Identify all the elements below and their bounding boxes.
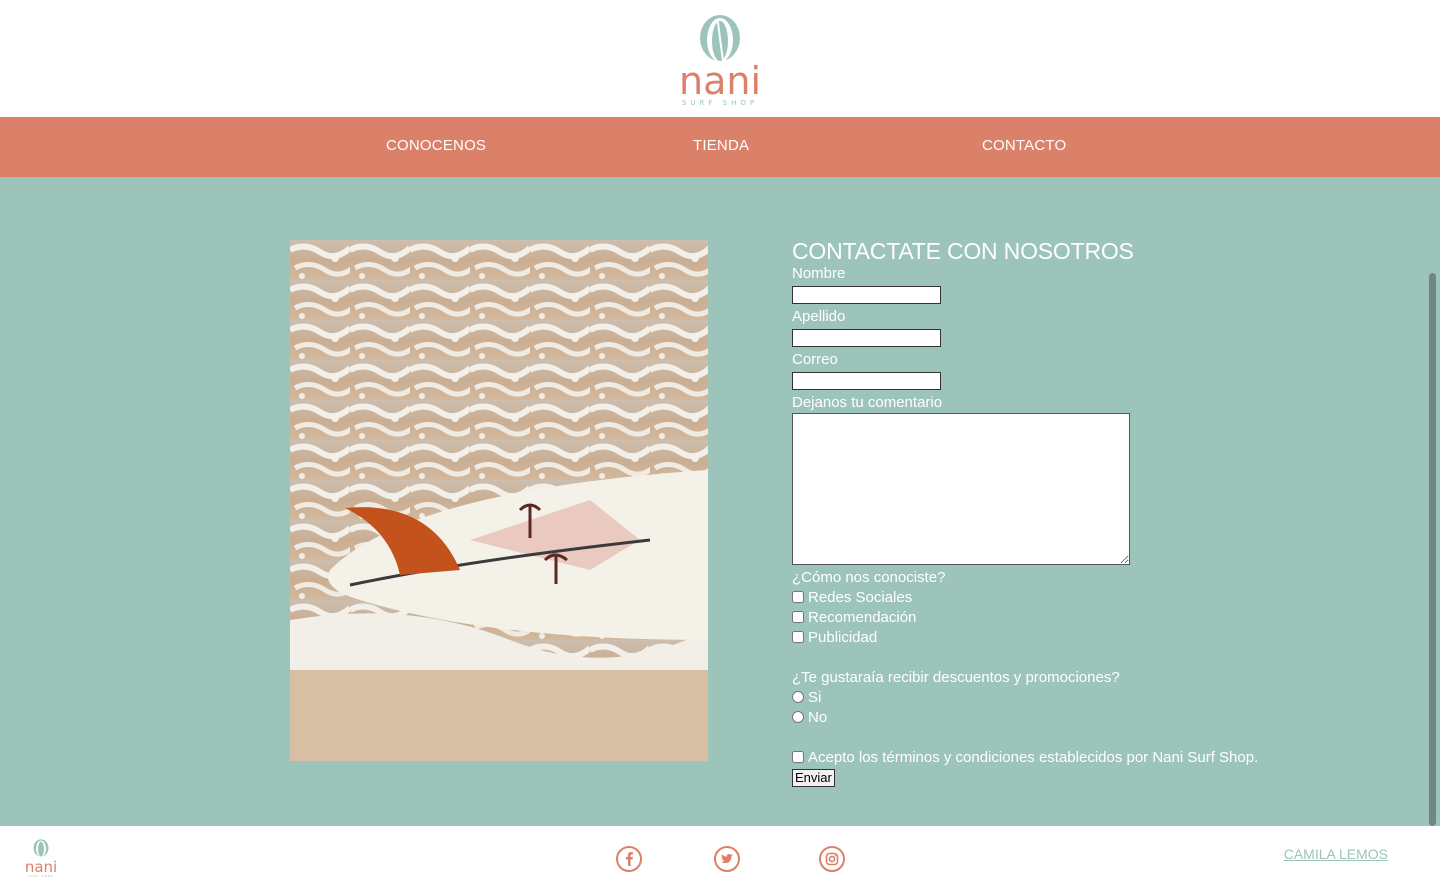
comentario-label: Dejanos tu comentario — [792, 394, 943, 411]
apellido-field[interactable] — [792, 329, 941, 347]
correo-label: Correo — [792, 351, 838, 368]
nav-item-conocenos[interactable]: CONOCENOS — [386, 137, 486, 154]
nombre-field[interactable] — [792, 286, 941, 304]
option-label: Si — [808, 689, 822, 706]
twitter-icon[interactable] — [713, 845, 741, 873]
brand-tagline: SURF SHOP — [681, 99, 759, 107]
brand-name: nani — [678, 59, 761, 103]
como-question: ¿Cómo nos conociste? — [792, 569, 946, 586]
option-label: No — [808, 709, 828, 726]
option-si: Si — [792, 688, 1392, 708]
scrollbar-thumb[interactable] — [1429, 273, 1436, 826]
correo-field[interactable] — [792, 372, 941, 390]
apellido-label: Apellido — [792, 308, 846, 325]
terms-label: Acepto los términos y condiciones establ… — [808, 749, 1259, 766]
brand-logo[interactable]: nani SURF SHOP — [676, 14, 764, 107]
footer-logo[interactable]: nani SURF SHOP — [24, 839, 58, 878]
option-label: Recomendación — [808, 609, 917, 626]
footer-brand-name: nani — [24, 858, 58, 876]
no-radio[interactable] — [792, 711, 804, 723]
contact-form: CONTACTATE CON NOSOTROS Nombre Apellido … — [792, 240, 1392, 787]
redes-sociales-checkbox[interactable] — [792, 591, 804, 603]
nav-item-contacto[interactable]: CONTACTO — [982, 137, 1066, 154]
instagram-icon[interactable] — [818, 845, 846, 873]
submit-button[interactable]: Enviar — [792, 769, 835, 787]
nombre-label: Nombre — [792, 265, 846, 282]
option-redes-sociales: Redes Sociales — [792, 588, 1392, 608]
author-link[interactable]: CAMILA LEMOS — [1284, 846, 1388, 862]
option-publicidad: Publicidad — [792, 628, 1392, 648]
main-nav: CONOCENOS TIENDA CONTACTO — [0, 117, 1440, 177]
comentario-textarea[interactable] — [792, 413, 1130, 565]
terms-row: Acepto los términos y condiciones establ… — [792, 748, 1392, 768]
recomendacion-checkbox[interactable] — [792, 611, 804, 623]
facebook-icon[interactable] — [615, 845, 643, 873]
option-no: No — [792, 708, 1392, 728]
surfboard-photo — [290, 240, 708, 761]
leaf-logo-icon — [700, 15, 740, 62]
si-radio[interactable] — [792, 691, 804, 703]
contact-section: CONTACTATE CON NOSOTROS Nombre Apellido … — [0, 177, 1440, 826]
leaf-logo-icon — [33, 839, 49, 857]
option-label: Publicidad — [808, 629, 878, 646]
footer-brand-tagline: SURF SHOP — [27, 874, 55, 878]
publicidad-checkbox[interactable] — [792, 631, 804, 643]
nav-item-tienda[interactable]: TIENDA — [693, 137, 749, 154]
option-recomendacion: Recomendación — [792, 608, 1392, 628]
site-footer: nani SURF SHOP CAMILA LEMOS — [0, 826, 1440, 886]
promo-question: ¿Te gustaraía recibir descuentos y promo… — [792, 669, 1120, 686]
site-header: nani SURF SHOP — [0, 0, 1440, 117]
form-title: CONTACTATE CON NOSOTROS — [792, 238, 1134, 264]
option-label: Redes Sociales — [808, 589, 913, 606]
terms-checkbox[interactable] — [792, 751, 804, 763]
